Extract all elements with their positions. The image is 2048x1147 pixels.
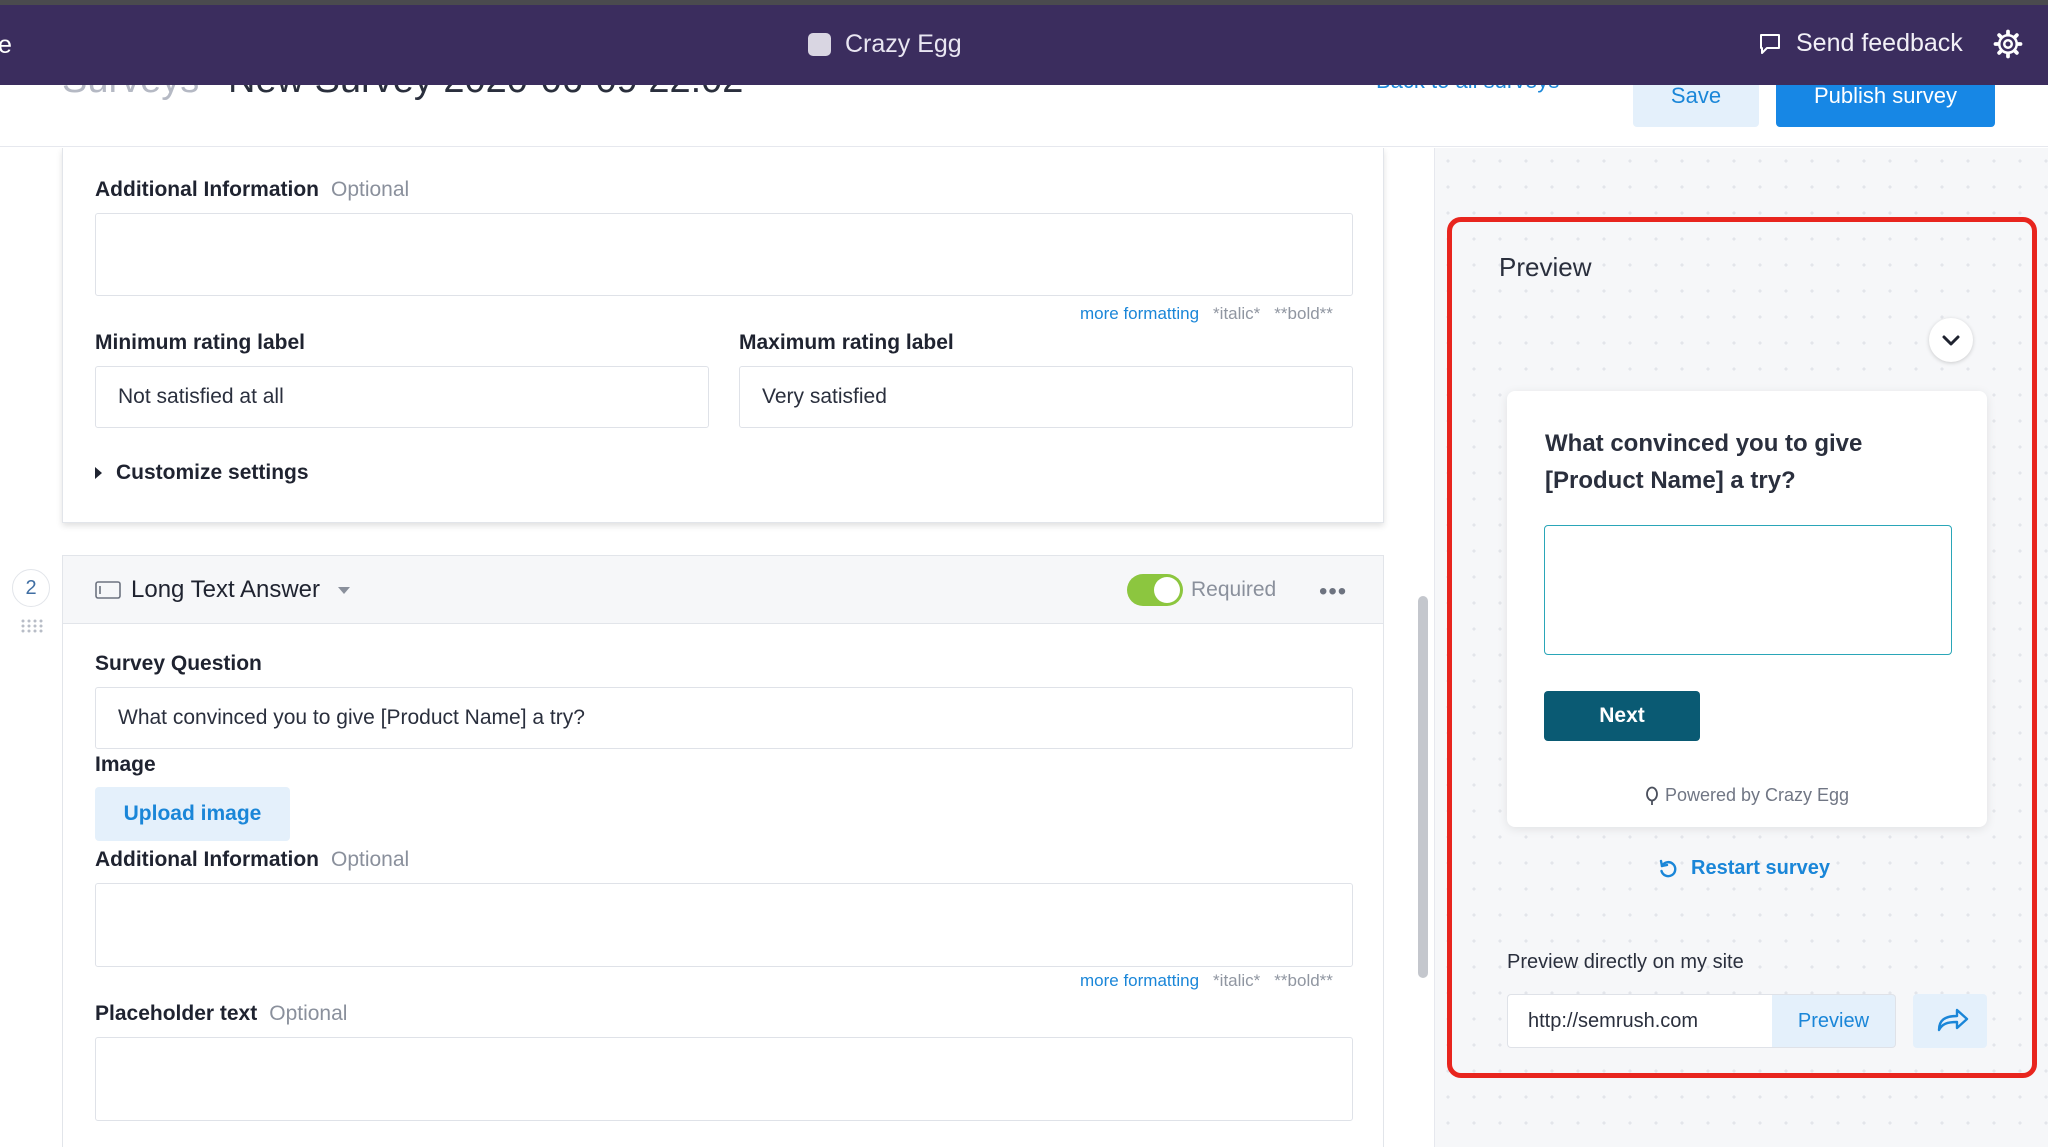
placeholder-text-label: Placeholder text Optional [95,1002,348,1025]
question-header: Long Text Answer Required ••• [63,556,1383,624]
gear-icon[interactable] [1993,29,2023,59]
more-formatting-link[interactable]: more formatting [1080,971,1199,990]
question-card-2: Long Text Answer Required ••• Survey Que… [62,555,1384,1147]
optional-tag: Optional [269,1002,348,1025]
preview-panel: Preview What convinced you to give [Prod… [1434,148,2048,1147]
caret-right-icon [95,467,102,479]
question-type-dropdown[interactable]: Long Text Answer [95,576,351,604]
restart-survey-button[interactable]: Restart survey [1657,857,1830,880]
bold-hint: **bold** [1274,304,1333,323]
formatting-hints: more formatting *italic* **bold** [1080,304,1333,324]
placeholder-text-field[interactable] [95,1037,1353,1121]
collapse-widget-button[interactable] [1929,318,1973,362]
italic-hint: *italic* [1213,304,1261,323]
additional-info-field[interactable] [95,213,1353,296]
cut-off-text: e [0,31,12,59]
send-feedback-label: Send feedback [1796,29,1963,57]
survey-question-field[interactable]: What convinced you to give [Product Name… [95,687,1353,749]
send-feedback-button[interactable]: Send feedback [1758,29,1963,58]
egg-icon [1646,786,1658,805]
app-name: Crazy Egg [845,30,962,58]
widget-answer-textarea[interactable] [1544,525,1952,655]
bold-hint: **bold** [1274,971,1333,990]
preview-on-site-button[interactable]: Preview [1772,994,1896,1048]
survey-editor: Additional Information Optional more form… [0,148,1434,1147]
more-options-icon[interactable]: ••• [1319,578,1347,606]
site-url-input[interactable]: http://semrush.com [1507,994,1772,1048]
powered-by-text: Powered by Crazy Egg [1664,785,1850,805]
additional-info-label: Additional Information Optional [95,848,410,871]
additional-info-field[interactable] [95,883,1353,967]
breadcrumb[interactable]: Surveys [62,85,199,102]
max-rating-label: Maximum rating label [739,331,954,354]
image-label: Image [95,753,156,776]
share-arrow-icon [1937,1008,1969,1032]
question-type-label: Long Text Answer [131,576,321,603]
required-toggle[interactable] [1127,574,1183,606]
optional-tag: Optional [330,178,410,201]
required-label: Required [1191,578,1277,601]
brand: Crazy Egg [808,30,962,59]
upload-image-button[interactable]: Upload image [95,787,290,841]
speech-bubble-icon [1760,33,1780,54]
drag-handle-icon[interactable] [20,618,44,634]
toggle-knob [1154,577,1180,603]
preview-on-site-label: Preview directly on my site [1507,951,1744,973]
next-button[interactable]: Next [1544,691,1700,741]
survey-question-label: Survey Question [95,652,262,675]
share-button[interactable] [1913,994,1987,1048]
text-box-icon [95,581,121,599]
publish-survey-button[interactable]: Publish survey [1776,85,1995,127]
app-top-bar: e Crazy Egg Send feedback [0,5,2048,85]
min-rating-field[interactable]: Not satisfied at all [95,366,709,428]
customize-settings-toggle[interactable]: Customize settings [95,461,309,485]
powered-by: Powered by Crazy Egg [1507,785,1987,806]
optional-tag: Optional [330,848,410,871]
customize-settings-label: Customize settings [116,461,309,484]
additional-info-label: Additional Information Optional [95,178,410,201]
chevron-down-icon [1942,335,1960,346]
min-rating-label: Minimum rating label [95,331,306,354]
italic-hint: *italic* [1213,971,1261,990]
back-to-surveys-link[interactable]: Back to all surveys [1376,85,1559,94]
restart-icon [1659,859,1677,877]
question-number-badge: 2 [12,569,50,607]
widget-question: What convinced you to give [Product Name… [1545,430,1863,494]
formatting-hints: more formatting *italic* **bold** [1080,971,1333,991]
crazy-egg-logo-icon [808,33,831,56]
chevron-down-icon [338,586,351,594]
survey-widget-preview: What convinced you to give [Product Name… [1507,391,1987,827]
page-header: Surveys New Survey 2020-06-09 22:02 Back… [0,85,2048,147]
editor-scrollbar[interactable] [1418,596,1428,978]
preview-title: Preview [1499,252,1592,282]
page-title: New Survey 2020-06-09 22:02 [228,85,743,102]
question-card-1: Additional Information Optional more form… [62,148,1384,523]
max-rating-field[interactable]: Very satisfied [739,366,1353,428]
more-formatting-link[interactable]: more formatting [1080,304,1199,323]
restart-survey-label: Restart survey [1691,857,1830,879]
save-button[interactable]: Save [1633,85,1759,127]
